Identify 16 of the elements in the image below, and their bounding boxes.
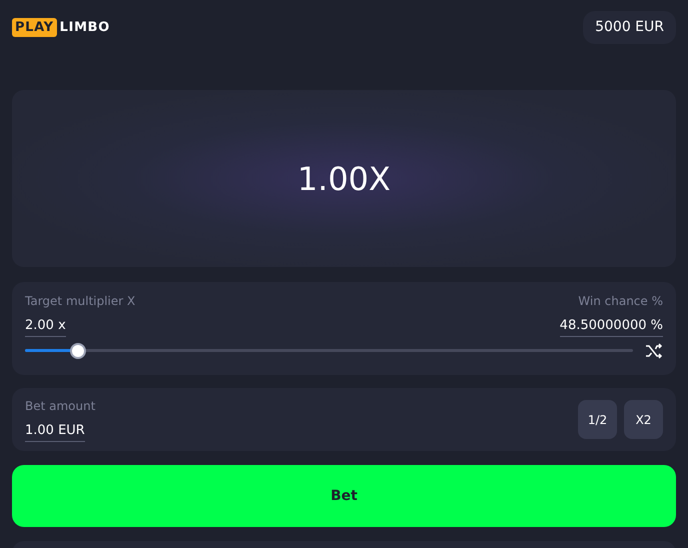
bet-adjust-button[interactable]: 1/2	[578, 400, 617, 439]
balance: 5000 EUR	[583, 11, 676, 44]
bet-adjust-button[interactable]: X2	[624, 400, 663, 439]
shuffle-icon[interactable]	[645, 342, 663, 358]
bet-amount-value[interactable]: 1.00 EUR	[25, 421, 85, 442]
target-label: Target multiplier X	[25, 293, 136, 310]
multiplier-value: 1.00X	[297, 158, 391, 200]
logo-badge: PLAY	[12, 18, 57, 37]
win-chance-value[interactable]: 48.50000000 %	[560, 316, 663, 336]
logo-text: LIMBO	[60, 21, 110, 34]
bet-label: Bet amount	[25, 398, 96, 416]
multiplier-slider[interactable]	[25, 342, 633, 358]
target-value[interactable]: 2.00 x	[25, 316, 66, 336]
bet-button[interactable]: Bet	[12, 465, 676, 527]
slider-thumb[interactable]	[70, 342, 86, 358]
win-chance-label: Win chance %	[578, 293, 663, 310]
